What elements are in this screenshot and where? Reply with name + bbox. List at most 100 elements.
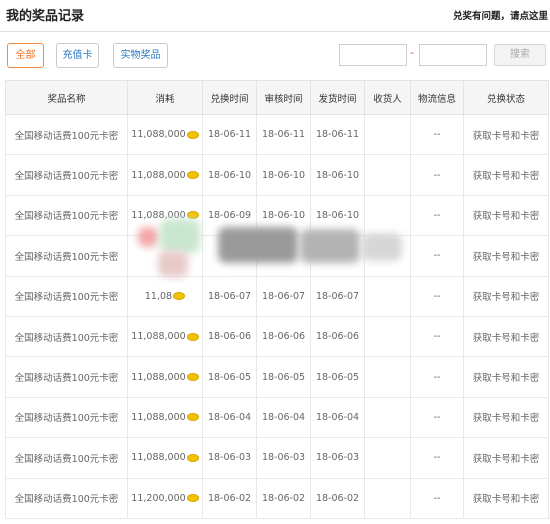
status-link[interactable]: 获取卡号和卡密 xyxy=(463,194,549,237)
filter-recharge-card-button[interactable]: 充值卡 xyxy=(56,43,99,68)
ship-time-cell: 18-06-05 xyxy=(310,356,365,398)
review-time-cell: 18-06-04 xyxy=(256,396,311,439)
status-link-text: 获取卡号和卡密 xyxy=(472,130,540,142)
cost-cell: 11,088,000 xyxy=(127,113,203,156)
review-time-cell-text: 18-06-05 xyxy=(261,371,306,383)
logistics-cell-text: -- xyxy=(433,169,441,181)
receiver-cell xyxy=(364,396,411,439)
prize-name-cell-text: 全国移动话费100元卡密 xyxy=(14,171,119,183)
ship-time-cell-text: 18-06-07 xyxy=(315,290,360,302)
exchange-time-cell-text: 18-06-03 xyxy=(207,452,252,464)
logistics-cell: -- xyxy=(410,477,464,519)
receiver-cell xyxy=(364,437,411,479)
status-link[interactable]: 获取卡号和卡密 xyxy=(463,275,549,317)
ship-time-cell: 18-06-02 xyxy=(310,477,365,519)
ship-time-cell-text: 18-06-03 xyxy=(315,452,360,464)
ship-time-cell: 18-06-10 xyxy=(310,194,365,237)
status-link-text: 获取卡号和卡密 xyxy=(472,332,540,344)
exchange-time-cell: 18-06-04 xyxy=(202,396,257,439)
prize-name-cell-text: 全国移动话费100元卡密 xyxy=(14,453,119,465)
cost-cell-text: 11,088,000 xyxy=(131,169,186,181)
filter-all-button[interactable]: 全部 xyxy=(7,43,44,68)
logistics-cell-text: -- xyxy=(433,492,441,504)
prize-name-cell: 全国移动话费100元卡密 xyxy=(5,275,128,317)
ship-time-cell: 18-06-03 xyxy=(310,437,365,479)
status-link[interactable]: 获取卡号和卡密 xyxy=(463,154,549,196)
status-link[interactable]: 获取卡号和卡密 xyxy=(463,235,549,277)
gold-coin-icon xyxy=(173,292,186,301)
cost-cell: 11,200,000 xyxy=(127,477,203,519)
review-time-cell: 18-06-10 xyxy=(256,194,311,237)
column-header-prize-name: 奖品名称 xyxy=(5,80,128,115)
logistics-cell: -- xyxy=(410,113,464,156)
review-time-cell-text: 18-06-02 xyxy=(261,492,306,504)
receiver-cell xyxy=(364,194,411,237)
cost-cell-text: 11,088,000 xyxy=(131,371,186,383)
ship-time-cell: 18-06-07 xyxy=(310,275,365,317)
gold-coin-icon xyxy=(186,453,199,462)
gold-coin-icon xyxy=(186,373,199,382)
review-time-cell-text: 18-06-06 xyxy=(261,331,306,343)
prize-name-cell: 全国移动话费100元卡密 xyxy=(5,235,128,277)
exchange-time-cell-text: 18-06-10 xyxy=(207,169,252,181)
logistics-cell-text: -- xyxy=(433,331,441,343)
filter-physical-prize-button[interactable]: 实物奖品 xyxy=(113,43,168,68)
prize-name-cell: 全国移动话费100元卡密 xyxy=(5,154,128,196)
prize-name-cell-text: 全国移动话费100元卡密 xyxy=(14,130,119,142)
cost-cell: 11,08 xyxy=(127,275,203,317)
review-time-cell: 18-06-07 xyxy=(256,275,311,317)
table-row: 全国移动话费100元卡密 11,088,000 18-06-06 18-06-06 18… xyxy=(5,315,549,358)
table-row: 全国移动话费100元卡密 11,08 18-06-07 18-06-07 18-06-0… xyxy=(5,275,549,317)
cost-cell xyxy=(127,235,203,277)
status-link[interactable]: 获取卡号和卡密 xyxy=(463,437,549,479)
table-row: 全国移动话费100元卡密 11,088,000 18-06-10 18-06-10 18… xyxy=(5,154,549,196)
logistics-cell-text: -- xyxy=(433,250,441,262)
review-time-cell: 18-06-03 xyxy=(256,437,311,479)
status-link[interactable]: 获取卡号和卡密 xyxy=(463,113,549,156)
status-link[interactable]: 获取卡号和卡密 xyxy=(463,356,549,398)
exchange-time-cell: 18-06-05 xyxy=(202,356,257,398)
table-row: 全国移动话费100元卡密 11,200,000 18-06-02 18-06-02 18… xyxy=(5,477,549,519)
logistics-cell-text: -- xyxy=(433,129,441,141)
prize-name-cell: 全国移动话费100元卡密 xyxy=(5,396,128,439)
start-date-input[interactable] xyxy=(339,44,407,66)
status-link[interactable]: 获取卡号和卡密 xyxy=(463,315,549,358)
prize-name-cell-text: 全国移动话费100元卡密 xyxy=(14,494,119,506)
prize-name-cell: 全国移动话费100元卡密 xyxy=(5,315,128,358)
table-row: 全国移动话费100元卡密 11,088,000 18-06-04 18-06-04 18… xyxy=(5,396,549,439)
logistics-cell: -- xyxy=(410,315,464,358)
search-button[interactable]: 搜索 xyxy=(494,44,546,66)
table-row: 全国移动话费100元卡密 -- 获取卡号和卡密 xyxy=(5,235,549,277)
cost-cell: 11,088,000 xyxy=(127,396,203,439)
status-link[interactable]: 获取卡号和卡密 xyxy=(463,396,549,439)
end-date-input[interactable] xyxy=(419,44,487,66)
review-time-cell xyxy=(256,235,311,277)
column-header-cost: 消耗 xyxy=(127,80,203,115)
status-link[interactable]: 获取卡号和卡密 xyxy=(463,477,549,519)
gold-coin-icon xyxy=(186,332,199,341)
ship-time-cell-text: 18-06-02 xyxy=(315,492,360,504)
exchange-time-cell-text: 18-06-06 xyxy=(207,331,252,343)
cost-cell-text: 11,088,000 xyxy=(131,129,186,141)
prize-name-cell-text: 全国移动话费100元卡密 xyxy=(14,413,119,425)
exchange-time-cell-text: 18-06-05 xyxy=(207,371,252,383)
cost-cell-text: 11,08 xyxy=(144,290,173,302)
ship-time-cell-text: 18-06-04 xyxy=(315,411,360,423)
review-time-cell-text: 18-06-10 xyxy=(261,169,306,181)
receiver-cell xyxy=(364,235,411,277)
review-time-cell: 18-06-05 xyxy=(256,356,311,398)
cost-cell-text: 11,088,000 xyxy=(131,411,186,423)
prize-name-cell: 全国移动话费100元卡密 xyxy=(5,194,128,237)
ship-time-cell-text: 18-06-05 xyxy=(315,371,360,383)
prize-name-cell: 全国移动话费100元卡密 xyxy=(5,356,128,398)
cost-cell: 11,088,000 xyxy=(127,356,203,398)
logistics-cell-text: -- xyxy=(433,209,441,221)
receiver-cell xyxy=(364,477,411,519)
logistics-cell: -- xyxy=(410,194,464,237)
cost-cell-text: 11,088,000 xyxy=(131,452,186,464)
logistics-cell: -- xyxy=(410,437,464,479)
help-link[interactable]: 兑奖有问题，请点这里 xyxy=(453,8,548,22)
prize-record-table: 奖品名称 消耗 兑换时间 审核时间 发货时间 收货人 物流信息 兑换状态 全国移… xyxy=(5,80,549,519)
ship-time-cell: 18-06-11 xyxy=(310,113,365,156)
cost-cell: 11,088,000 xyxy=(127,154,203,196)
